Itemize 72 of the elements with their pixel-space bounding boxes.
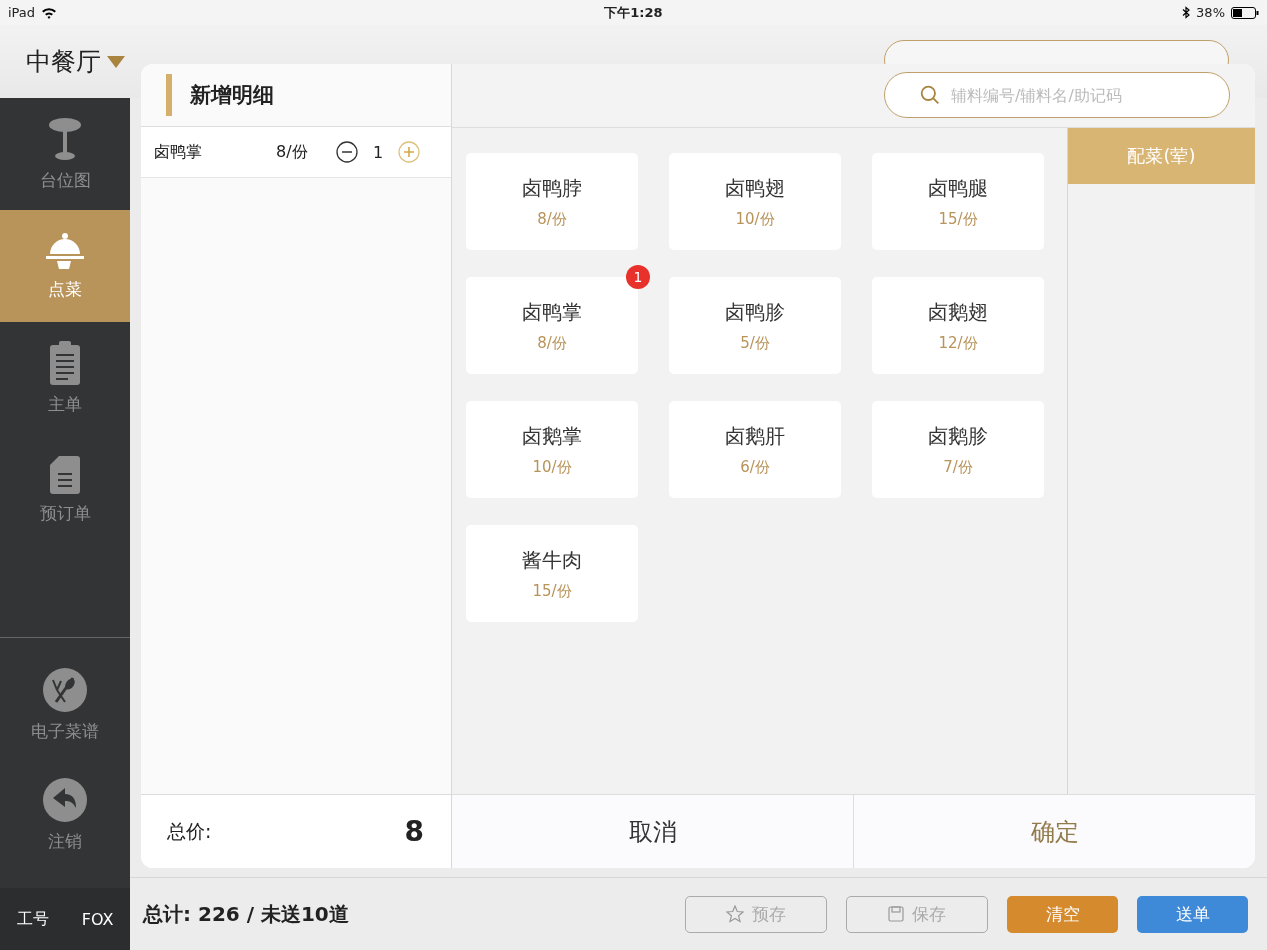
bluetooth-icon: [1182, 6, 1191, 19]
dish-name: 卤鹅胗: [928, 422, 988, 450]
dish-card[interactable]: 卤鸭腿 15/份: [872, 153, 1044, 250]
status-time: 下午1:28: [604, 3, 663, 22]
modal-title: 新增明细: [190, 82, 274, 109]
dish-price: 10/份: [532, 457, 572, 477]
dish-price: 8/份: [537, 333, 567, 353]
battery-icon: [1231, 6, 1259, 19]
star-icon: [726, 905, 744, 923]
search-field[interactable]: 辅料编号/辅料名/助记码: [884, 72, 1230, 118]
dish-price: 6/份: [740, 457, 770, 477]
sidebar-item[interactable]: 注销: [0, 760, 130, 870]
dish-price: 7/份: [943, 457, 973, 477]
dish-name: 卤鸭脖: [522, 174, 582, 202]
sidebar-label: 主单: [48, 392, 82, 416]
dish-card[interactable]: 卤鸭脖 8/份: [466, 153, 638, 250]
device-name: iPad: [8, 5, 36, 20]
staff-label: 工号: [16, 908, 49, 930]
wifi-icon: [41, 6, 58, 19]
dish-card[interactable]: 卤鹅掌 10/份: [466, 401, 638, 498]
sidebar-label: 台位图: [39, 168, 91, 192]
dish-price: 8/份: [537, 209, 567, 229]
dish-name: 卤鸭腿: [928, 174, 988, 202]
confirm-button[interactable]: 确定: [854, 795, 1255, 868]
fork-spoon-icon: [43, 667, 87, 712]
restaurant-selector[interactable]: 中餐厅: [26, 45, 130, 78]
sidebar-label: 点菜: [48, 277, 82, 301]
sidebar-item[interactable]: 电子菜谱: [0, 650, 130, 760]
total-label: 总价:: [167, 818, 212, 844]
plus-button[interactable]: [398, 141, 420, 163]
dish-price: 5/份: [740, 333, 770, 353]
item-quantity: 1: [371, 142, 385, 162]
caret-icon: [107, 55, 125, 68]
dish-name: 酱牛肉: [522, 546, 582, 574]
dish-name: 卤鹅掌: [522, 422, 582, 450]
sidebar-label: 预订单: [39, 501, 91, 525]
sidebar-item[interactable]: 主单: [0, 322, 130, 434]
dish-price: 10/份: [735, 209, 775, 229]
battery-level: 38%: [1196, 5, 1225, 20]
search-icon: [920, 85, 940, 105]
dish-price: 15/份: [938, 209, 978, 229]
dish-price: 15/份: [532, 581, 572, 601]
sidebar-item[interactable]: 预订单: [0, 434, 130, 546]
dish-card[interactable]: 卤鹅翅 12/份: [872, 277, 1044, 374]
count-badge: 1: [626, 265, 650, 289]
dish-card[interactable]: 酱牛肉 15/份: [466, 525, 638, 622]
sidebar-label: 注销: [48, 829, 82, 853]
total-value: 8: [404, 815, 424, 848]
minus-button[interactable]: [336, 141, 358, 163]
dish-card[interactable]: 卤鸭胗 5/份: [669, 277, 841, 374]
sidebar-item[interactable]: 台位图: [0, 98, 130, 210]
floppy-icon: [888, 906, 904, 922]
item-name: 卤鸭掌: [154, 141, 203, 163]
sidebar-label: 电子菜谱: [31, 719, 99, 743]
clipboard-icon: [50, 340, 80, 385]
send-button[interactable]: 送单: [1137, 895, 1248, 933]
cancel-button[interactable]: 取消: [452, 795, 854, 868]
dish-name: 卤鸭掌: [522, 298, 582, 326]
dish-card[interactable]: 卤鹅肝 6/份: [669, 401, 841, 498]
dish-card[interactable]: 卤鹅胗 7/份: [872, 401, 1044, 498]
dish-name: 卤鸭翅: [725, 174, 785, 202]
order-summary: 总计: 226 / 未送10道: [143, 900, 349, 928]
dish-name: 卤鸭胗: [725, 298, 785, 326]
dish-name: 卤鹅肝: [725, 422, 785, 450]
dish-card[interactable]: 卤鸭翅 10/份: [669, 153, 841, 250]
cloche-icon: [45, 231, 85, 270]
document-icon: [50, 455, 80, 494]
table-icon: [48, 116, 82, 161]
staff-name: FOX: [81, 909, 114, 929]
dish-name: 卤鹅翅: [928, 298, 988, 326]
dish-price: 12/份: [938, 333, 978, 353]
item-price: 8/份: [276, 141, 309, 163]
